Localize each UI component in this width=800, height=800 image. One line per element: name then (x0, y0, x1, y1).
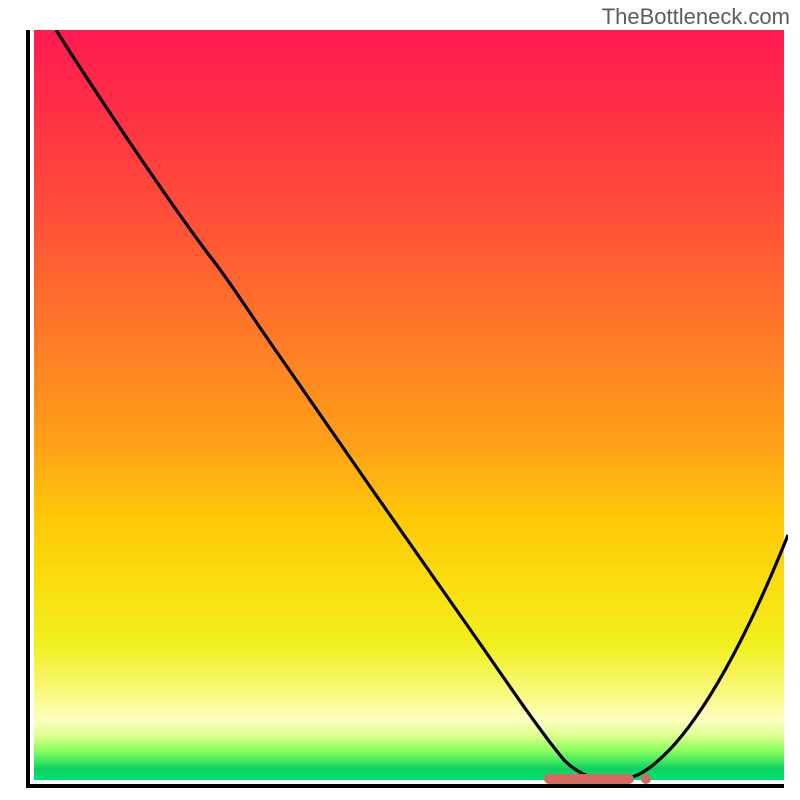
optimum-marker (34, 30, 788, 784)
watermark-text: TheBottleneck.com (602, 4, 790, 30)
plot-area (26, 30, 784, 788)
chart-container (26, 30, 784, 788)
marker-dot (641, 774, 651, 784)
